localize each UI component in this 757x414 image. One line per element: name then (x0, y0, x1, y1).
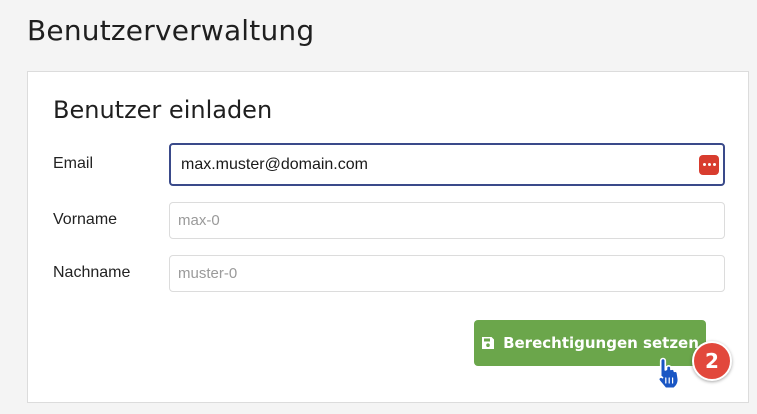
lastname-placeholder: muster-0 (178, 265, 238, 282)
firstname-label: Vorname (53, 211, 118, 228)
hand-pointer-cursor-icon (654, 356, 684, 394)
firstname-field[interactable]: max-0 (169, 202, 725, 239)
lastname-label: Nachname (53, 264, 131, 281)
email-field[interactable]: max.muster@domain.com (169, 143, 725, 186)
set-permissions-label: Berechtigungen setzen (503, 334, 699, 352)
invite-user-card: Benutzer einladen Email max.muster@domai… (27, 71, 749, 403)
email-value: max.muster@domain.com (181, 155, 368, 173)
page-title: Benutzerverwaltung (27, 14, 315, 47)
password-manager-icon[interactable] (699, 154, 719, 175)
lastname-field[interactable]: muster-0 (169, 255, 725, 292)
card-title: Benutzer einladen (53, 96, 273, 124)
step-badge: 2 (692, 341, 732, 381)
firstname-placeholder: max-0 (178, 212, 220, 229)
email-label: Email (53, 155, 94, 172)
save-icon (481, 336, 495, 350)
